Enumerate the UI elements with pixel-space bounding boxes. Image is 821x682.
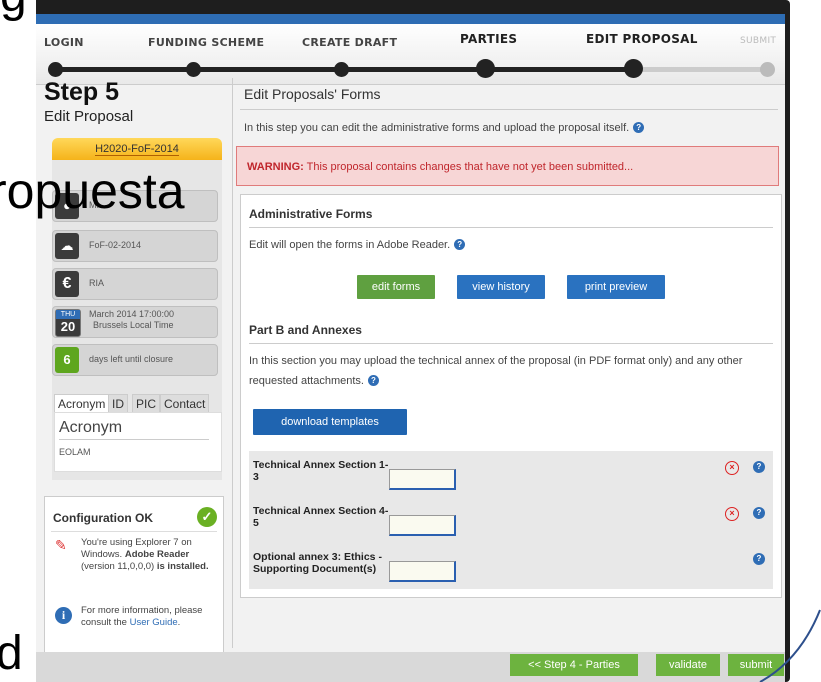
part-b-heading: Part B and Annexes <box>249 323 362 337</box>
tab-pic[interactable]: PIC <box>132 394 161 414</box>
days-left-item: 6 days left until closure <box>52 344 218 376</box>
download-templates-button[interactable]: download templates <box>253 409 407 435</box>
annex-label: Technical Annex Section 1-3 <box>253 459 389 483</box>
step-parties-label[interactable]: PARTIES <box>460 32 517 46</box>
tab-contact[interactable]: Contact <box>160 394 210 414</box>
step-create-draft-dot <box>334 62 349 77</box>
help-icon[interactable]: ? <box>367 375 379 386</box>
help-icon[interactable]: ? <box>753 507 765 519</box>
column-separator <box>232 78 233 648</box>
annex-label: Optional annex 3: Ethics - Supporting Do… <box>253 551 382 575</box>
annex-upload-field[interactable] <box>389 515 456 536</box>
step-funding-scheme-label[interactable]: FUNDING SCHEME <box>148 36 264 49</box>
acronym-divider <box>59 439 209 440</box>
step-login-dot <box>48 62 63 77</box>
pdf-icon: ✎ <box>55 537 67 553</box>
call-id-header: H2020-FoF-2014 <box>52 138 222 160</box>
step-submit-dot <box>760 62 775 77</box>
help-icon[interactable]: ? <box>633 122 645 133</box>
step-edit-proposal-dot <box>624 59 643 78</box>
validate-button[interactable]: validate <box>656 654 720 676</box>
admin-forms-heading: Administrative Forms <box>249 207 373 221</box>
admin-divider <box>249 227 773 228</box>
configuration-panel: Configuration OK ✓ ✎ You're using Explor… <box>44 496 224 654</box>
part-b-divider <box>249 343 773 344</box>
checkmark-icon: ✓ <box>197 507 217 527</box>
calendar-day: 20 <box>60 319 76 334</box>
view-history-button[interactable]: view history <box>457 275 545 299</box>
topic-text: FoF-02-2014 <box>89 240 142 250</box>
step-create-draft-label[interactable]: CREATE DRAFT <box>302 36 397 49</box>
deadline-item: THU 20 March 2014 17:00:00 Brussels Loca… <box>52 306 218 338</box>
admin-forms-text: Edit will open the forms in Adobe Reader… <box>249 235 466 255</box>
annex-row: Technical Annex Section 4-5 × ? <box>249 497 773 543</box>
configuration-text: You're using Explorer 7 on Windows. Adob… <box>81 537 209 572</box>
warning-banner: WARNING: This proposal contains changes … <box>236 146 779 186</box>
step-submit-label: SUBMIT <box>740 36 777 46</box>
step-title: Step 5 <box>44 78 120 106</box>
step-subtitle: Edit Proposal <box>44 108 134 125</box>
slide-overlay-text: d <box>0 627 23 680</box>
euro-icon: € <box>55 271 79 297</box>
annex-row: Technical Annex Section 1-3 × ? <box>249 451 773 497</box>
user-guide-link[interactable]: User Guide <box>130 617 178 628</box>
print-preview-button[interactable]: print preview <box>567 275 665 299</box>
deadline-datetime: March 2014 17:00:00 <box>89 309 175 319</box>
call-id: H2020-FoF-2014 <box>95 143 179 156</box>
type-of-action-text: RIA <box>89 278 105 288</box>
days-left-text: days left until closure <box>89 354 174 364</box>
calendar-month: THU <box>56 310 80 319</box>
days-left-badge: 6 <box>55 347 79 373</box>
help-icon[interactable]: ? <box>753 461 765 473</box>
step-parties-dot <box>476 59 495 78</box>
tab-id[interactable]: ID <box>108 394 128 414</box>
acronym-value: EOLAM <box>59 447 91 457</box>
forms-section: Administrative Forms Edit will open the … <box>240 194 782 598</box>
help-icon[interactable]: ? <box>454 239 466 250</box>
intro-text: In this step you can edit the administra… <box>244 122 645 134</box>
tab-acronym[interactable]: Acronym <box>54 394 110 414</box>
calendar-icon: THU 20 <box>55 309 81 337</box>
decorative-curve <box>759 609 821 682</box>
cloud-icon: ☁ <box>55 233 79 259</box>
topic-item: ☁ FoF-02-2014 <box>52 230 218 262</box>
delete-icon[interactable]: × <box>725 461 739 475</box>
top-band <box>36 14 785 24</box>
proposal-id-tabs: Acronym ID PIC Contact <box>54 394 220 414</box>
annex-label: Technical Annex Section 4-5 <box>253 505 389 529</box>
wizard-steps-bar: LOGIN FUNDING SCHEME CREATE DRAFT PARTIE… <box>36 24 785 85</box>
config-divider <box>51 531 217 532</box>
slide-margin <box>0 0 36 682</box>
annex-row: Optional annex 3: Ethics - Supporting Do… <box>249 543 773 589</box>
previous-step-button[interactable]: << Step 4 - Parties <box>510 654 638 676</box>
info-icon: i <box>55 607 72 624</box>
info-text: For more information, please consult the… <box>81 605 203 628</box>
annex-upload-field[interactable] <box>389 561 456 582</box>
slide-overlay-text: g <box>0 0 27 23</box>
help-icon[interactable]: ? <box>753 553 765 565</box>
slide-overlay-text: ropuesta <box>0 163 185 219</box>
deadline-timezone: Brussels Local Time <box>93 320 174 330</box>
title-divider <box>240 109 778 110</box>
main-title: Edit Proposals' Forms <box>244 86 381 102</box>
annex-upload-field[interactable] <box>389 469 456 490</box>
type-of-action-item: € RIA <box>52 268 218 300</box>
configuration-title: Configuration OK <box>53 511 153 525</box>
edit-forms-button[interactable]: edit forms <box>357 275 435 299</box>
step-funding-scheme-dot <box>186 62 201 77</box>
progress-track-remaining <box>634 67 766 72</box>
acronym-title: Acronym <box>59 419 123 436</box>
part-b-text: In this section you may upload the techn… <box>249 355 743 387</box>
step-edit-proposal-label[interactable]: EDIT PROPOSAL <box>586 32 698 46</box>
portal-window: LOGIN FUNDING SCHEME CREATE DRAFT PARTIE… <box>36 14 785 682</box>
step-login-label[interactable]: LOGIN <box>44 36 84 49</box>
acronym-panel: Acronym EOLAM <box>54 412 222 472</box>
delete-icon[interactable]: × <box>725 507 739 521</box>
